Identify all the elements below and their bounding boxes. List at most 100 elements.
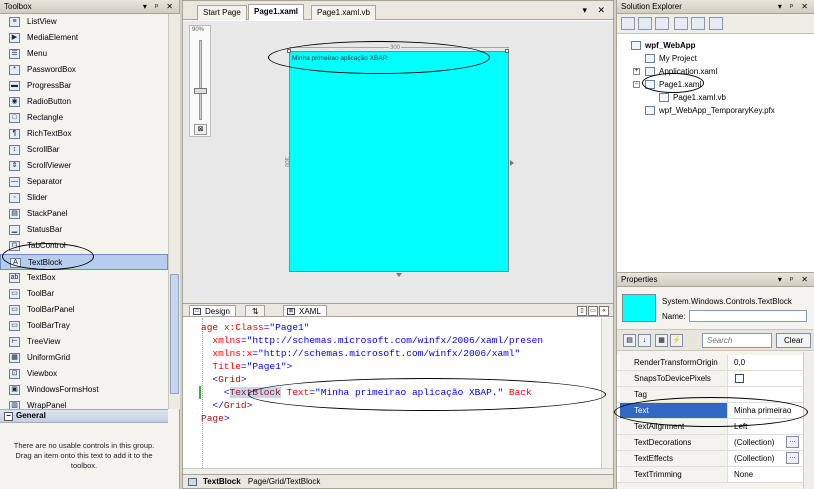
toolbox-item[interactable]: ab TextBox	[0, 270, 168, 286]
clear-search-button[interactable]: Clear	[776, 333, 811, 348]
property-row[interactable]: SnapsToDevicePixels	[617, 371, 803, 387]
view-designer-icon[interactable]	[691, 17, 705, 30]
properties-view-icon[interactable]: ▦	[655, 334, 668, 347]
collapse-icon[interactable]: −	[633, 81, 640, 88]
property-row[interactable]: Text Minha primeirao	[617, 403, 803, 419]
property-value[interactable]: Minha primeirao	[730, 403, 803, 418]
toolbox-item[interactable]: ≡ ListView	[0, 14, 168, 30]
class-view-icon[interactable]	[709, 17, 723, 30]
solution-tree-item[interactable]: + Application.xaml	[633, 65, 717, 78]
toolbox-scrollbar[interactable]	[168, 14, 180, 409]
zoom-handle[interactable]	[194, 88, 207, 94]
toolbox-item[interactable]: ◦ Slider	[0, 190, 168, 206]
code-line[interactable]: age x:Class="Page1"	[201, 321, 309, 334]
toolbox-item[interactable]: ☰ Menu	[0, 46, 168, 62]
resize-handle[interactable]	[287, 49, 291, 53]
xaml-vertical-scrollbar[interactable]	[601, 318, 613, 468]
tab-start-page[interactable]: Start Page	[197, 5, 247, 20]
toolbox-item[interactable]: ▦ UniformGrid	[0, 350, 168, 366]
solution-explorer-window-controls[interactable]: ▾ ᵖ ✕	[778, 0, 811, 13]
zoom-slider[interactable]: 90% ⊠	[189, 25, 211, 137]
toolbox-item[interactable]: ◉ RadioButton	[0, 94, 168, 110]
tab-page1-xaml-vb[interactable]: Page1.xaml.vb	[311, 5, 376, 20]
toolbox-item[interactable]: ▭ ToolBar	[0, 286, 168, 302]
code-line[interactable]: <TextBlock Text="Minha primeirao aplicaç…	[201, 386, 532, 399]
properties-window-controls[interactable]: ▾ ᵖ ✕	[778, 273, 811, 286]
solution-tree-item[interactable]: Page1.xaml.vb	[659, 91, 726, 104]
toolbox-item[interactable]: ▬ ProgressBar	[0, 78, 168, 94]
alphabetical-icon[interactable]: ↓	[638, 334, 651, 347]
toolbox-item[interactable]: □ Rectangle	[0, 110, 168, 126]
events-view-icon[interactable]: ⚡	[670, 334, 683, 347]
property-row[interactable]: TextTrimming None	[617, 467, 803, 483]
toolbox-scroll-thumb[interactable]	[170, 274, 179, 394]
horizontal-split-icon[interactable]: ▭	[588, 306, 598, 316]
toolbox-item[interactable]: ⊢ TreeView	[0, 334, 168, 350]
grid-element[interactable]: Minha primeirao aplicação XBAP.	[289, 51, 509, 272]
property-row[interactable]: TextEffects (Collection)...	[617, 451, 803, 467]
breadcrumb-path[interactable]: Page/Grid/TextBlock	[248, 477, 320, 486]
resize-handle[interactable]	[505, 49, 509, 53]
toolbox-item[interactable]: ▶ MediaElement	[0, 30, 168, 46]
grid-handle-right-icon[interactable]	[510, 160, 514, 166]
code-line[interactable]: </Grid>	[201, 399, 252, 412]
toolbox-item[interactable]: ▣ WindowsFormsHost	[0, 382, 168, 398]
property-value[interactable]: 0,0	[730, 355, 803, 370]
code-line[interactable]: xmlns:x="http://schemas.microsoft.com/wi…	[201, 347, 520, 360]
design-surface[interactable]: 90% ⊠ 300 300 Minha primeirao aplicação …	[183, 21, 613, 303]
solution-tree-item[interactable]: My Project	[645, 52, 697, 65]
properties-icon[interactable]	[621, 17, 635, 30]
solution-tree-item[interactable]: − Page1.xaml	[633, 78, 701, 91]
toolbox-item[interactable]: — Separator	[0, 174, 168, 190]
vertical-split-icon[interactable]: ▯	[577, 306, 587, 316]
view-code-icon[interactable]	[674, 17, 688, 30]
expand-icon[interactable]: +	[633, 68, 640, 75]
property-value[interactable]: Left	[730, 419, 803, 434]
property-row[interactable]: TextAlignment Left	[617, 419, 803, 435]
code-line[interactable]: Title="Page1">	[201, 360, 292, 373]
swap-panes-button[interactable]: ⇅	[245, 305, 265, 317]
solution-tree-item[interactable]: wpf_WebApp	[631, 39, 696, 52]
toolbox-item[interactable]: ▭ ToolBarTray	[0, 318, 168, 334]
textblock-element[interactable]: Minha primeirao aplicação XBAP.	[292, 55, 388, 62]
toolbox-item[interactable]: ▤ StackPanel	[0, 206, 168, 222]
property-search-input[interactable]	[702, 333, 772, 348]
property-checkbox[interactable]	[735, 374, 744, 383]
toolbox-group-general[interactable]: − General	[0, 409, 168, 423]
solution-tree-item[interactable]: wpf_WebApp_TemporaryKey.pfx	[645, 104, 775, 117]
property-row[interactable]: Tag	[617, 387, 803, 403]
grid-handle-bottom-icon[interactable]	[396, 273, 402, 277]
zoom-fit-icon[interactable]: ⊠	[194, 124, 207, 135]
toolbox-item[interactable]: ¶ RichTextBox	[0, 126, 168, 142]
toolbox-item[interactable]: ▭ ToolBarPanel	[0, 302, 168, 318]
document-tab-controls[interactable]: ▾ ✕	[582, 5, 609, 16]
xaml-editor[interactable]: age x:Class="Page1" xmlns="http://schema…	[183, 318, 601, 468]
toolbox-item[interactable]: * PasswordBox	[0, 62, 168, 78]
property-row[interactable]: RenderTransformOrigin 0,0	[617, 355, 803, 371]
toolbox-item[interactable]: ⊡ Viewbox	[0, 366, 168, 382]
categorized-icon[interactable]: ▤	[623, 334, 636, 347]
edit-collection-button[interactable]: ...	[786, 436, 799, 448]
toolbox-window-controls[interactable]: ▾ ᵖ ✕	[143, 0, 176, 13]
name-input[interactable]	[689, 310, 807, 322]
collapse-pane-icon[interactable]: «	[599, 306, 609, 316]
zoom-track[interactable]	[199, 40, 202, 120]
toolbox-item[interactable]: A TextBlock	[0, 254, 168, 270]
tab-page1-xaml[interactable]: Page1.xaml	[248, 4, 305, 20]
refresh-icon[interactable]	[655, 17, 669, 30]
code-line[interactable]: <Grid>	[201, 373, 246, 386]
property-row[interactable]: TextDecorations (Collection)...	[617, 435, 803, 451]
toolbox-item[interactable]: ⇕ ScrollViewer	[0, 158, 168, 174]
toolbox-item[interactable]: ↕ ScrollBar	[0, 142, 168, 158]
collapse-icon[interactable]: −	[4, 412, 13, 421]
tab-design[interactable]: ▭ Design	[189, 305, 236, 317]
toolbox-item[interactable]: ▁ StatusBar	[0, 222, 168, 238]
toolbox-item[interactable]: ⊓ TabControl	[0, 238, 168, 254]
property-value[interactable]	[730, 387, 803, 402]
properties-scrollbar[interactable]	[803, 352, 814, 489]
property-value[interactable]: None	[730, 467, 803, 482]
code-line[interactable]: xmlns="http://schemas.microsoft.com/winf…	[201, 334, 543, 347]
breadcrumb-current[interactable]: TextBlock	[203, 477, 241, 486]
tab-xaml[interactable]: ⊠ XAML	[283, 305, 327, 317]
edit-collection-button[interactable]: ...	[786, 452, 799, 464]
